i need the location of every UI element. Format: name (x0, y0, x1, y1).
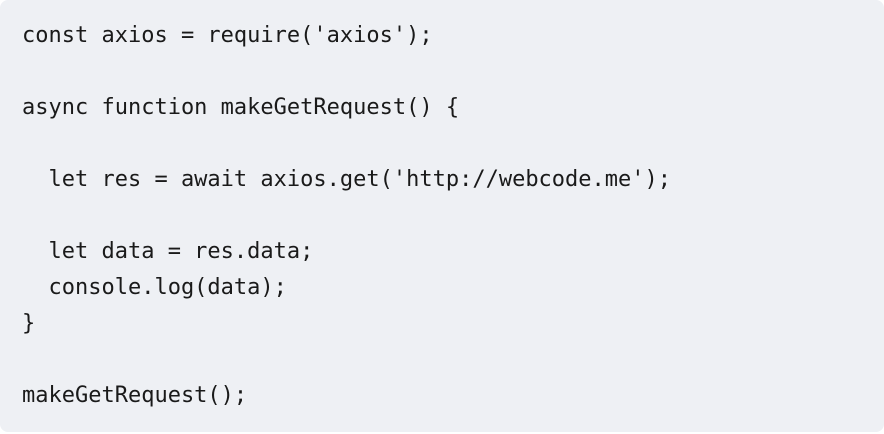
code-block: const axios = require('axios'); async fu… (0, 0, 884, 432)
code-line: } (22, 311, 36, 336)
code-line: console.log(data); (22, 275, 287, 300)
code-line: let data = res.data; (22, 239, 314, 264)
code-line: const axios = require('axios'); (22, 23, 433, 48)
code-line: makeGetRequest(); (22, 383, 248, 408)
code-line: let res = await axios.get('http://webcod… (22, 167, 672, 192)
code-line: async function makeGetRequest() { (22, 95, 460, 120)
